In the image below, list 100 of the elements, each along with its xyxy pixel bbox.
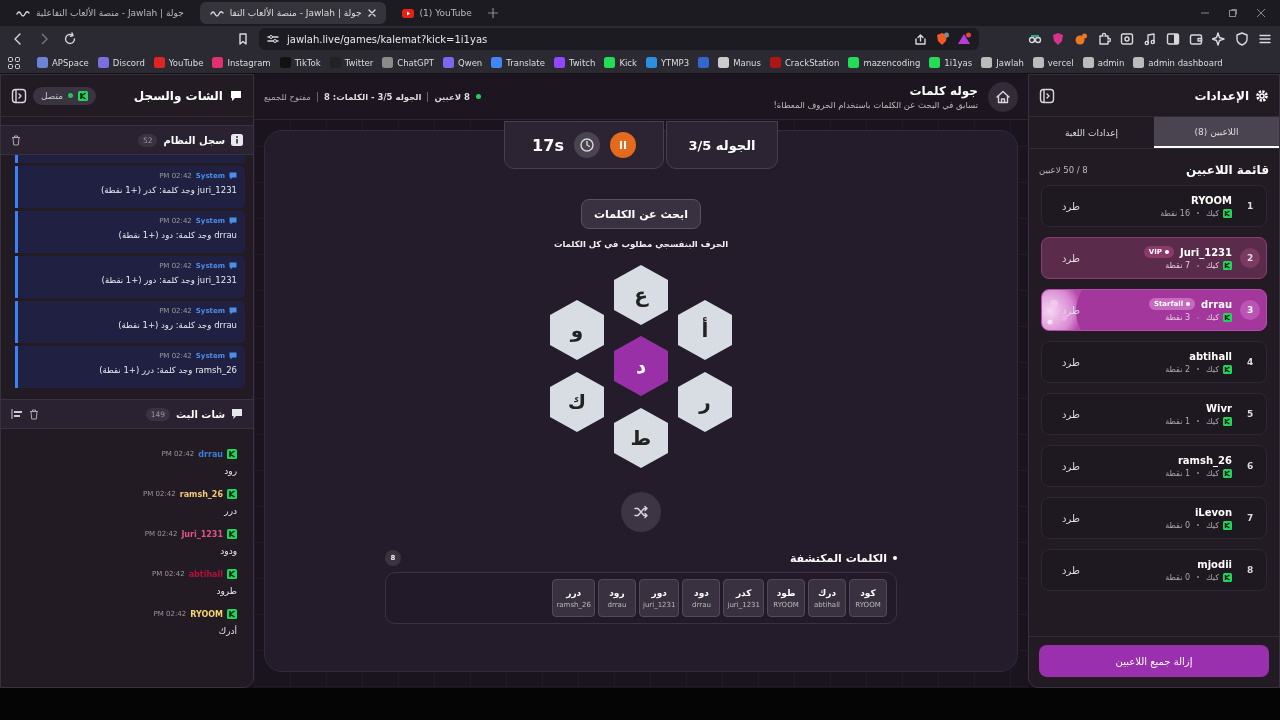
trash-icon[interactable] — [29, 408, 39, 420]
bookmark-icon — [37, 57, 48, 68]
players-count: 8 لاعبين — [434, 91, 470, 102]
bookmark-icon — [1032, 57, 1044, 68]
chat-message: درر — [223, 506, 237, 516]
kick-button[interactable]: طرد — [1056, 510, 1086, 526]
shuffle-icon — [633, 504, 649, 520]
sparkle-icon[interactable] — [1212, 32, 1226, 46]
round-info: الجوله 3/5 - الكلمات: 8 — [323, 91, 422, 102]
bookmark[interactable]: APSpace — [37, 57, 89, 68]
online-dot — [476, 94, 481, 99]
bookmark[interactable]: mazencoding — [848, 57, 921, 68]
kick-logo-icon — [1223, 468, 1232, 478]
kick-logo-icon — [227, 529, 237, 539]
bookmark[interactable]: admin dashboard — [1133, 57, 1223, 68]
bookmark[interactable]: Qwen — [443, 57, 483, 68]
bookmark-icon[interactable] — [236, 32, 250, 46]
player-points: 7 نقطة — [1165, 261, 1191, 270]
bookmark[interactable]: 1i1yas — [929, 57, 973, 68]
player-points: 1 نقطة — [1165, 416, 1191, 426]
new-tab-icon[interactable] — [487, 8, 498, 18]
screenshot-icon[interactable] — [1120, 32, 1134, 46]
kick-button[interactable]: طرد — [1056, 406, 1086, 422]
bookmark-icon — [97, 57, 109, 68]
remove-all-button[interactable]: إزالة جميع اللاعبين — [1039, 645, 1269, 677]
bookmark[interactable]: Twitter — [329, 57, 374, 68]
platform-label: كيك — [1206, 416, 1219, 426]
kick-logo-icon — [1223, 208, 1232, 218]
letter-tile[interactable]: ر — [678, 372, 732, 432]
letter-tile[interactable]: د — [614, 336, 668, 396]
found-word: رود — [609, 587, 625, 598]
letter-tile[interactable]: و — [550, 300, 604, 360]
kick-button[interactable]: طرد — [1056, 354, 1086, 370]
round-card: الجوله 3/5 — [666, 121, 778, 169]
bookmark[interactable]: Kick — [604, 57, 637, 68]
platform-label: كيك — [1206, 364, 1219, 374]
bookmark[interactable]: YouTube — [153, 57, 204, 68]
letter-tile[interactable]: ك — [550, 372, 604, 432]
apps-icon[interactable] — [8, 56, 20, 69]
list-title: قائمة اللاعبين — [1186, 163, 1269, 177]
player-capacity: 8 / 50 لاعبين — [1039, 165, 1088, 175]
bookmark[interactable]: Manus — [718, 57, 761, 68]
music-icon[interactable] — [1143, 32, 1157, 46]
pause-button[interactable] — [609, 132, 636, 158]
letter-tile[interactable]: ع — [614, 265, 668, 325]
bookmark-icon — [553, 57, 565, 68]
browser-tab[interactable]: (1) YouTube — [391, 2, 482, 24]
bookmark[interactable]: YTMP3 — [645, 57, 690, 68]
chat-bubble-icon — [229, 262, 237, 270]
sidebar-icon[interactable] — [1166, 32, 1180, 46]
kick-button[interactable]: طرد — [1056, 250, 1086, 266]
bookmark[interactable]: Twitch — [553, 57, 596, 68]
shuffle-button[interactable] — [621, 492, 661, 532]
chat-bubble-icon — [231, 408, 243, 420]
panel-tab[interactable]: اللاعبين (8) — [1154, 117, 1279, 148]
bookmark[interactable]: CrackStation — [769, 57, 840, 68]
bookmark[interactable]: Instagram — [212, 57, 271, 68]
platform-label: كيك — [1206, 208, 1219, 218]
vpn-shield-icon[interactable] — [1235, 32, 1249, 46]
bookmark[interactable]: Translate — [491, 57, 545, 68]
bookmark[interactable]: admin — [1082, 57, 1125, 68]
expand-panel-icon[interactable] — [11, 87, 27, 104]
browser-tab[interactable]: جولة | Jawlah - منصة الألعاب التفاعلية — [6, 2, 194, 24]
bookmark[interactable]: vercel — [1032, 57, 1074, 68]
bookmark-icon — [491, 57, 503, 68]
search-words-button[interactable]: ابحث عن الكلمات — [581, 199, 701, 229]
close-icon[interactable] — [1256, 8, 1266, 18]
menu-icon[interactable] — [1258, 32, 1272, 46]
address-bar[interactable]: jawlah.live/games/kalemat?kick=1i1yas — [259, 28, 979, 50]
chat-username: RYOOM — [190, 609, 223, 619]
found-word: دور — [651, 587, 667, 598]
panel-tab[interactable]: إعدادات اللعبة — [1029, 117, 1154, 148]
glasses-icon[interactable] — [1028, 32, 1042, 46]
kick-button[interactable]: طرد — [1056, 198, 1086, 214]
panel-title: الشات والسجل — [133, 88, 223, 103]
kick-button[interactable]: طرد — [1056, 458, 1086, 474]
bookmark[interactable]: Jawlah — [981, 57, 1024, 68]
letter-tile[interactable]: ط — [614, 408, 668, 468]
collapse-panel-icon[interactable] — [1039, 87, 1055, 104]
browser-tab[interactable]: جولة | Jawlah - منصة الألعاب التفا — [199, 2, 386, 24]
reload-icon[interactable] — [63, 32, 77, 46]
bookmark[interactable]: ChatGPT — [382, 57, 434, 68]
shield-icon[interactable] — [935, 32, 949, 46]
filter-icon[interactable] — [11, 408, 23, 420]
shield-icon[interactable] — [1051, 32, 1065, 46]
platform-label: كيك — [1206, 261, 1219, 270]
home-button[interactable] — [988, 81, 1018, 112]
log-text: drrau وجد كلمة: رود (+1 نقطة) — [117, 320, 237, 330]
letter-tile[interactable]: أ — [678, 300, 732, 360]
bookmark[interactable]: TikTok — [279, 57, 321, 68]
puzzle-icon[interactable] — [1097, 32, 1111, 46]
site-logo-icon — [209, 9, 224, 17]
trash-icon[interactable] — [11, 134, 21, 146]
bookmark-icon — [718, 57, 730, 68]
restore-icon[interactable] — [1228, 8, 1238, 18]
bookmark[interactable]: Discord — [97, 57, 145, 68]
share-icon[interactable] — [914, 32, 927, 46]
wallet-icon[interactable] — [1189, 32, 1203, 46]
kick-button[interactable]: طرد — [1056, 562, 1086, 578]
triangle-icon[interactable] — [957, 32, 971, 46]
